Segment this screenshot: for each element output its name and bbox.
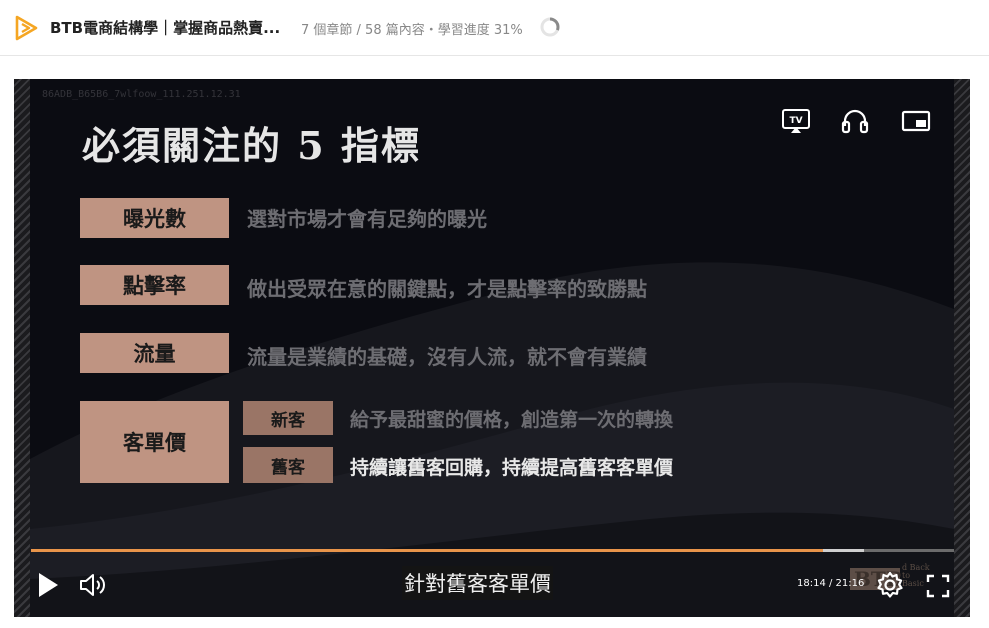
video-player[interactable]: 86ADB_B65B6_7wlfoow_111.251.12.31 必須關注的 … <box>14 79 970 617</box>
fullscreen-icon[interactable] <box>926 574 950 598</box>
sub-desc-new-customer: 給予最甜蜜的價格，創造第一次的轉換 <box>350 409 674 431</box>
player-right-border <box>954 79 970 617</box>
video-frame[interactable]: 86ADB_B65B6_7wlfoow_111.251.12.31 必須關注的 … <box>30 79 954 617</box>
play-icon[interactable] <box>36 571 60 599</box>
session-watermark: 86ADB_B65B6_7wlfoow_111.251.12.31 <box>42 89 241 100</box>
slide-title: 必須關注的 5 指標 <box>82 123 421 168</box>
brand-logo-icon[interactable] <box>14 15 38 41</box>
seek-bar[interactable] <box>31 549 954 552</box>
sub-tag-returning-customer: 舊客 <box>243 447 333 483</box>
metric-desc-exposure: 選對市場才會有足夠的曝光 <box>247 207 487 231</box>
playback-time: 18:14 / 21:16 <box>797 578 865 589</box>
player-left-border <box>14 79 30 617</box>
video-subtitle: 針對舊客客單價 <box>402 566 553 600</box>
airplay-tv-icon[interactable]: TV <box>781 108 811 134</box>
progress-ring-icon <box>540 17 560 37</box>
course-title[interactable]: BTB電商結構學｜掌握商品熱賣... <box>50 17 280 38</box>
metric-tag-traffic: 流量 <box>80 333 229 373</box>
metric-tag-aov: 客單價 <box>80 401 229 483</box>
sub-tag-new-customer: 新客 <box>243 401 333 435</box>
volume-icon[interactable] <box>78 572 110 598</box>
svg-text:TV: TV <box>789 116 802 126</box>
seek-played <box>31 549 823 552</box>
sub-desc-returning-customer: 持續讓舊客回購，持續提高舊客客單價 <box>350 457 674 479</box>
metric-desc-ctr: 做出受眾在意的關鍵點，才是點擊率的致勝點 <box>247 277 647 301</box>
gear-icon[interactable] <box>876 571 904 599</box>
metric-tag-ctr: 點擊率 <box>80 265 229 305</box>
metric-desc-traffic: 流量是業績的基礎，沒有人流，就不會有業績 <box>247 345 647 369</box>
top-bar: BTB電商結構學｜掌握商品熱賣... 7 個章節 / 58 篇內容・學習進度 3… <box>0 0 989 56</box>
headphones-icon[interactable] <box>841 108 869 134</box>
picture-in-picture-icon[interactable] <box>901 110 931 132</box>
metric-tag-exposure: 曝光數 <box>80 198 229 238</box>
progress-summary: 7 個章節 / 58 篇內容・學習進度 31% <box>301 23 523 38</box>
